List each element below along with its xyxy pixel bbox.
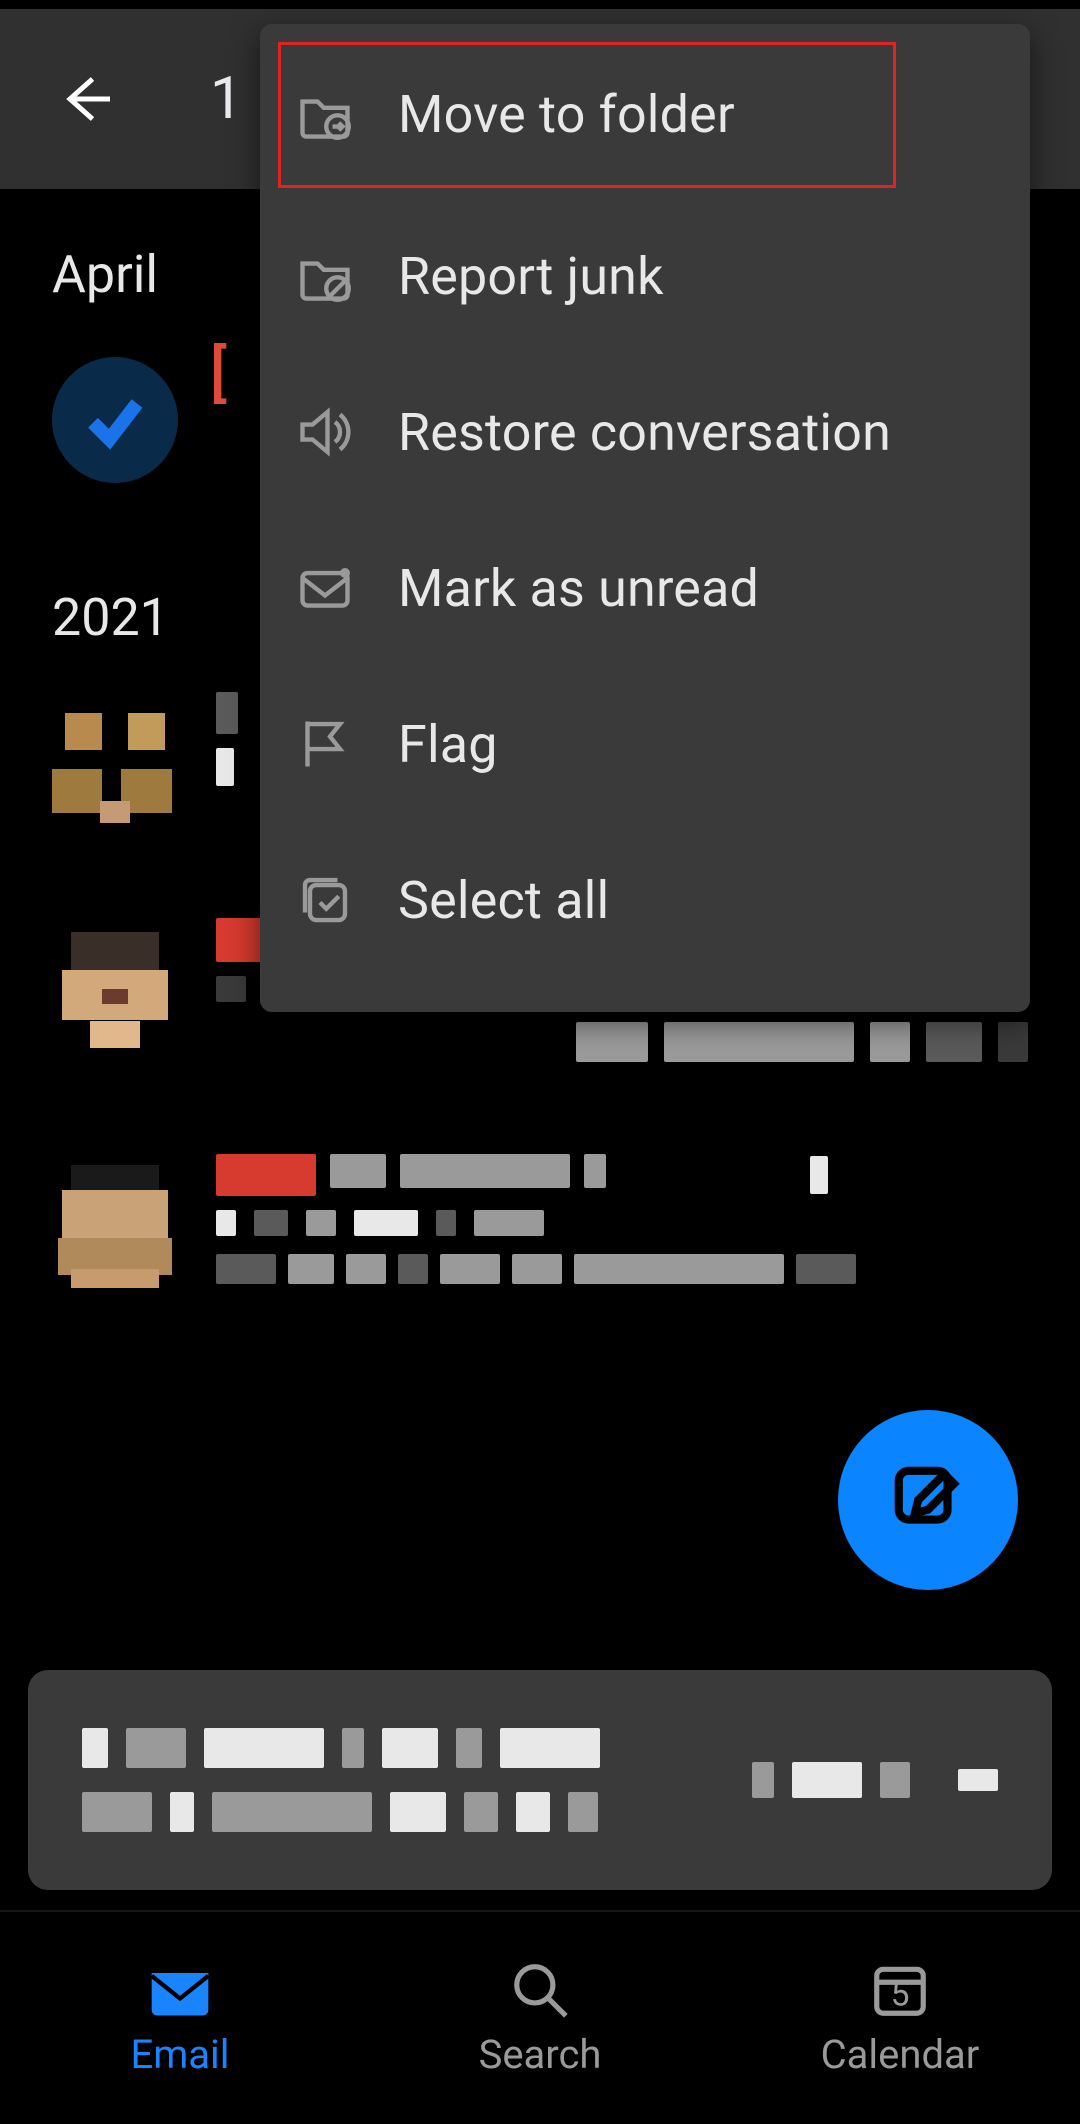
avatar[interactable] xyxy=(52,1162,178,1288)
back-arrow-icon xyxy=(55,69,115,129)
menu-label: Mark as unread xyxy=(398,558,759,619)
menu-report-junk[interactable]: Report junk xyxy=(260,198,1030,354)
snackbar-message xyxy=(82,1728,600,1832)
search-icon xyxy=(506,1959,574,2021)
back-button[interactable] xyxy=(50,64,120,134)
email-icon xyxy=(146,1959,214,2021)
tab-search[interactable]: Search xyxy=(360,1912,720,2124)
menu-move-to-folder[interactable]: Move to folder xyxy=(260,30,1030,198)
select-all-icon xyxy=(294,869,356,931)
status-bar-spacer xyxy=(0,0,1080,9)
tab-label: Email xyxy=(130,2031,229,2078)
compose-icon xyxy=(889,1461,967,1539)
menu-label: Restore conversation xyxy=(398,402,891,463)
tab-calendar[interactable]: 5 Calendar xyxy=(720,1912,1080,2124)
email-row[interactable] xyxy=(52,1134,1028,1348)
selected-indicator[interactable] xyxy=(52,357,178,483)
avatar[interactable] xyxy=(52,926,178,1052)
menu-restore-conversation[interactable]: Restore conversation xyxy=(260,354,1030,510)
folder-junk-icon xyxy=(294,245,356,307)
email-row-content xyxy=(216,1150,1028,1284)
snackbar-action[interactable] xyxy=(752,1762,998,1798)
bottom-tab-bar: Email Search 5 Calendar xyxy=(0,1910,1080,2124)
calendar-day-number: 5 xyxy=(891,1975,910,2014)
overflow-menu: Move to folder Report junk Restore conve… xyxy=(260,24,1030,1012)
folder-move-icon xyxy=(294,83,356,145)
menu-label: Select all xyxy=(398,870,609,931)
menu-select-all[interactable]: Select all xyxy=(260,822,1030,978)
selection-count: 1 xyxy=(210,65,243,133)
envelope-unread-icon xyxy=(294,557,356,619)
menu-label: Move to folder xyxy=(398,84,735,145)
flag-icon xyxy=(294,713,356,775)
avatar[interactable] xyxy=(52,700,178,826)
calendar-icon: 5 xyxy=(866,1959,934,2021)
menu-mark-as-unread[interactable]: Mark as unread xyxy=(260,510,1030,666)
speaker-icon xyxy=(294,401,356,463)
tab-email[interactable]: Email xyxy=(0,1912,360,2124)
menu-label: Report junk xyxy=(398,246,664,307)
tab-label: Search xyxy=(479,2031,602,2078)
menu-label: Flag xyxy=(398,714,498,775)
snackbar[interactable] xyxy=(28,1670,1052,1890)
check-icon xyxy=(82,387,148,453)
menu-flag[interactable]: Flag xyxy=(260,666,1030,822)
compose-button[interactable] xyxy=(838,1410,1018,1590)
tab-label: Calendar xyxy=(821,2031,980,2078)
